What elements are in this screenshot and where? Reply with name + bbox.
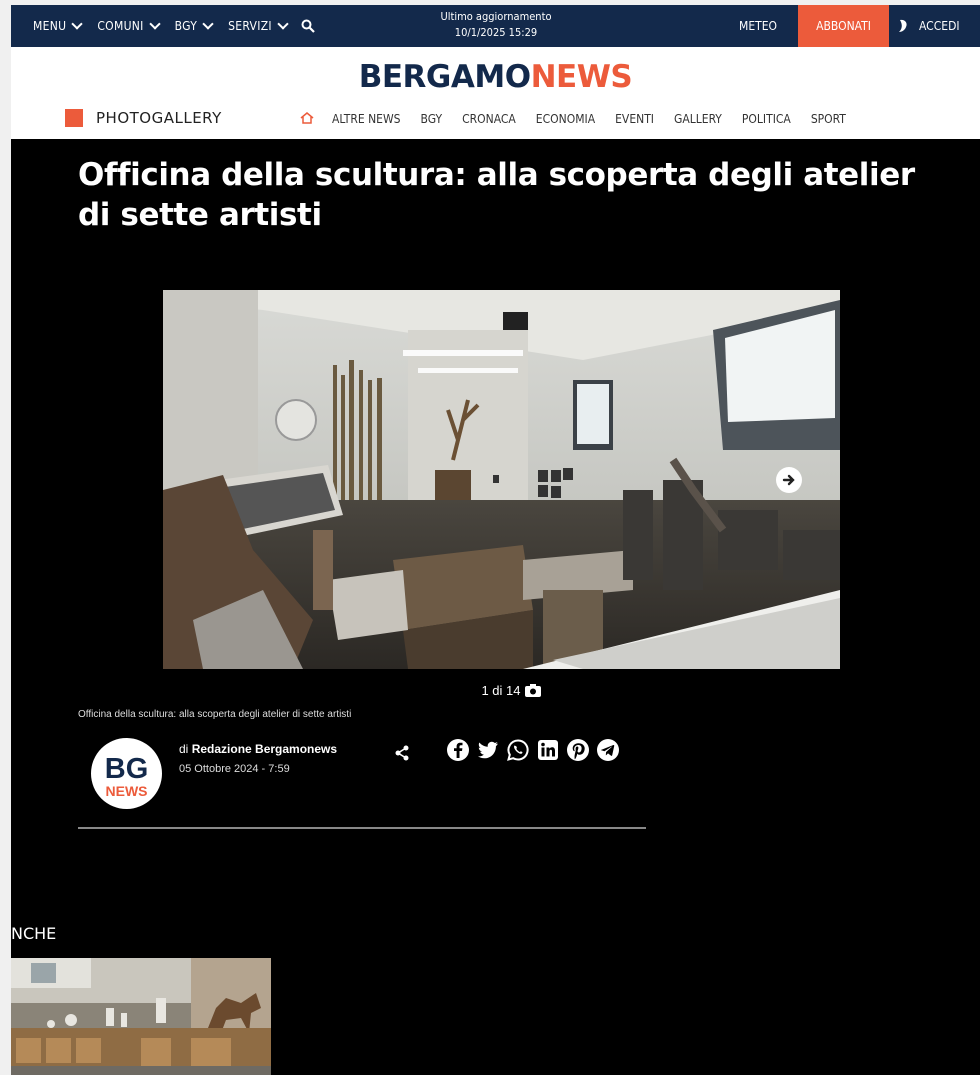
nav-gallery[interactable]: GALLERY bbox=[674, 112, 722, 126]
share-icon[interactable] bbox=[394, 745, 410, 766]
nav-altre-news[interactable]: ALTRE NEWS bbox=[332, 112, 401, 126]
top-bar: MENU COMUNI BGY SERVIZI Ultimo aggiornam… bbox=[11, 5, 980, 47]
related-photo bbox=[11, 958, 271, 1075]
nav-economia[interactable]: ECONOMIA bbox=[536, 112, 595, 126]
divider bbox=[78, 827, 646, 829]
arrow-right-icon bbox=[777, 468, 801, 492]
facebook-icon[interactable] bbox=[446, 738, 470, 762]
bgy-button[interactable]: BGY bbox=[174, 18, 214, 33]
linkedin-icon[interactable] bbox=[536, 738, 560, 762]
main-nav: ALTRE NEWS BGY CRONACA ECONOMIA EVENTI G… bbox=[300, 109, 866, 129]
camera-icon bbox=[524, 684, 541, 697]
home-icon[interactable] bbox=[300, 111, 314, 127]
avatar-bg-text: BG bbox=[105, 753, 149, 785]
nav-cronaca[interactable]: CRONACA bbox=[462, 112, 516, 126]
related-heading: NCHE bbox=[11, 924, 57, 943]
nav-politica[interactable]: POLITICA bbox=[742, 112, 791, 126]
author-name[interactable]: Redazione Bergamonews bbox=[192, 742, 337, 756]
photo-caption: Officina della scultura: alla scoperta d… bbox=[78, 709, 352, 720]
header: BERGAMONEWS PHOTOGALLERY ALTRE NEWS BGY … bbox=[11, 47, 980, 139]
menu-label: MENU bbox=[33, 19, 67, 33]
article-date: 05 Ottobre 2024 - 7:59 bbox=[179, 763, 290, 775]
telegram-icon[interactable] bbox=[596, 738, 620, 762]
search-icon[interactable] bbox=[301, 19, 315, 33]
update-time: 10/1/2025 15:29 bbox=[454, 26, 538, 39]
photo-counter: 1 di 14 bbox=[431, 683, 591, 698]
chevron-down-icon bbox=[71, 18, 83, 30]
logo-part2: NEWS bbox=[530, 59, 633, 95]
bgy-label: BGY bbox=[174, 19, 198, 33]
servizi-button[interactable]: SERVIZI bbox=[228, 18, 289, 33]
update-label: Ultimo aggiornamento bbox=[440, 10, 552, 23]
page: MENU COMUNI BGY SERVIZI Ultimo aggiornam… bbox=[11, 5, 980, 1075]
avatar-news-text: NEWS bbox=[106, 783, 148, 799]
next-photo-button[interactable] bbox=[776, 467, 802, 493]
servizi-label: SERVIZI bbox=[228, 19, 272, 33]
comuni-label: COMUNI bbox=[97, 19, 144, 33]
accedi-label: ACCEDI bbox=[919, 19, 960, 33]
nav-eventi[interactable]: EVENTI bbox=[615, 112, 654, 126]
counter-text: 1 di 14 bbox=[481, 683, 521, 698]
article-title: Officina della scultura: alla scoperta d… bbox=[78, 157, 915, 233]
last-update: Ultimo aggiornamento 10/1/2025 15:29 bbox=[396, 9, 596, 41]
accedi-button[interactable]: ACCEDI bbox=[897, 5, 960, 47]
section-label: PHOTOGALLERY bbox=[65, 109, 222, 127]
nav-sport[interactable]: SPORT bbox=[811, 112, 846, 126]
abbonati-button[interactable]: ABBONATI bbox=[798, 5, 889, 47]
author-line: di Redazione Bergamonews bbox=[179, 742, 337, 756]
top-nav: MENU COMUNI BGY SERVIZI bbox=[33, 5, 315, 47]
author-avatar[interactable]: BG NEWS bbox=[91, 738, 162, 809]
related-thumbnail[interactable] bbox=[11, 958, 271, 1075]
whatsapp-icon[interactable] bbox=[506, 738, 530, 762]
user-icon bbox=[899, 19, 907, 32]
chevron-down-icon bbox=[202, 18, 214, 30]
author-prefix: di bbox=[179, 742, 189, 756]
social-share-bar bbox=[446, 738, 620, 762]
chevron-down-icon bbox=[148, 18, 161, 30]
twitter-icon[interactable] bbox=[476, 738, 500, 762]
site-logo[interactable]: BERGAMONEWS bbox=[11, 59, 980, 95]
section-title: PHOTOGALLERY bbox=[96, 109, 222, 127]
logo-part1: BERGAMO bbox=[358, 59, 531, 95]
menu-button[interactable]: MENU bbox=[33, 18, 83, 33]
comuni-button[interactable]: COMUNI bbox=[97, 18, 161, 33]
chevron-down-icon bbox=[277, 18, 289, 30]
pinterest-icon[interactable] bbox=[566, 738, 590, 762]
gallery-photo[interactable] bbox=[163, 290, 840, 669]
section-square bbox=[65, 109, 83, 127]
meteo-link[interactable]: METEO bbox=[739, 5, 777, 47]
nav-bgy[interactable]: BGY bbox=[421, 112, 443, 126]
studio-photo bbox=[163, 290, 840, 669]
